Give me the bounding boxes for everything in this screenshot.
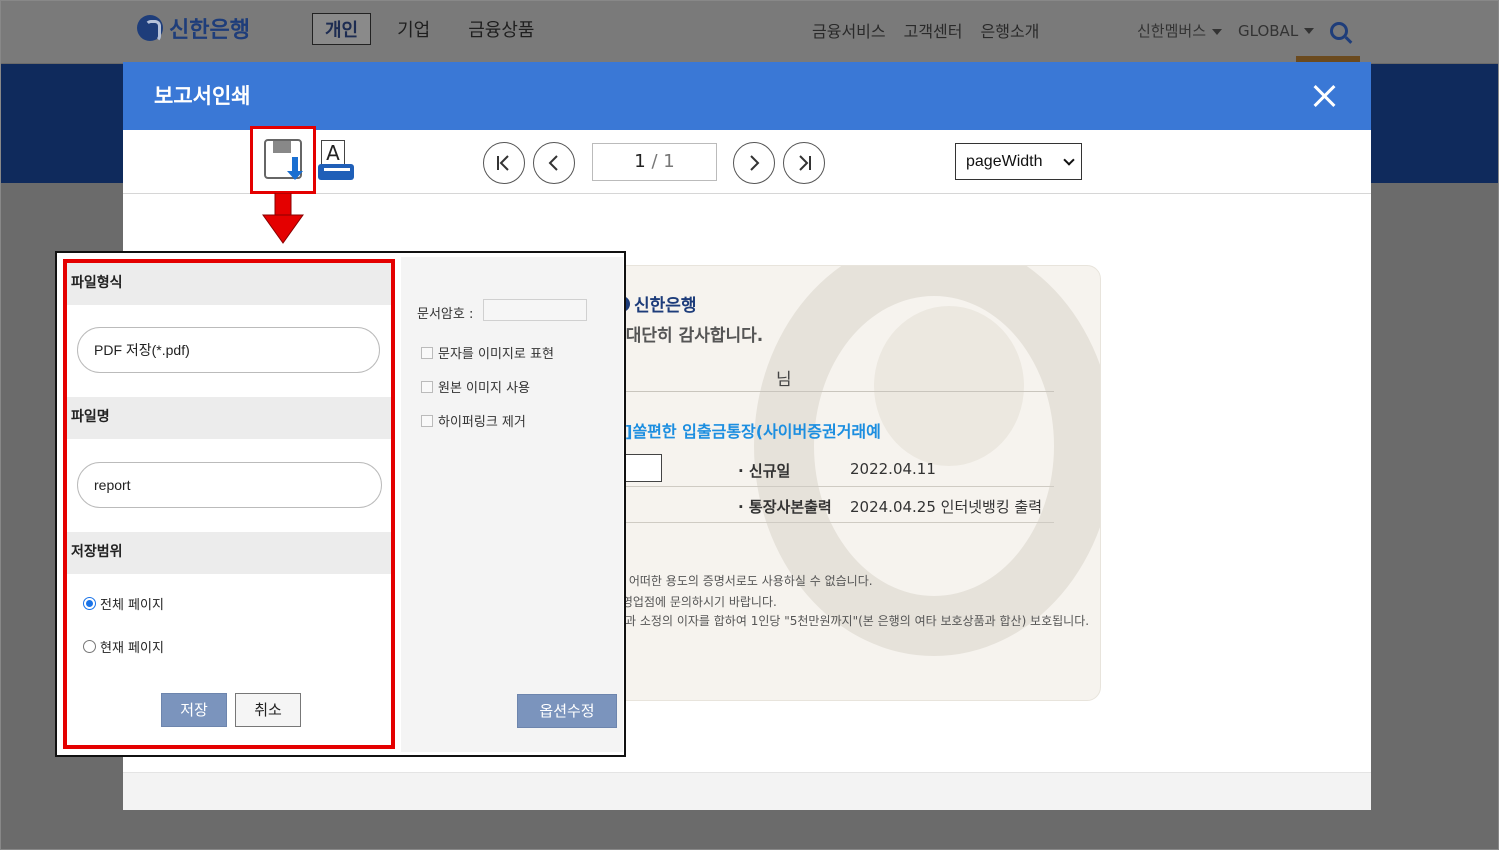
printer-slot	[324, 168, 350, 171]
nav-item-products[interactable]: 금융상품	[456, 14, 546, 44]
viewer-footer	[123, 772, 1371, 810]
global-label: GLOBAL	[1238, 21, 1299, 40]
save-file-button[interactable]	[250, 126, 316, 194]
members-dropdown[interactable]: 신한멤버스	[1137, 20, 1223, 41]
divider	[614, 391, 1054, 392]
save-options-dialog: 문서암호 : 문자를 이미지로 표현 원본 이미지 사용 하이퍼링크 제거 옵션…	[55, 251, 626, 757]
members-label: 신한멤버스	[1137, 22, 1207, 40]
info-key: · 신규일	[738, 462, 791, 480]
next-page-button[interactable]	[733, 142, 775, 184]
option-text-as-image[interactable]: 문자를 이미지로 표현	[421, 343, 554, 362]
option-label: 하이퍼링크 제거	[438, 415, 526, 430]
save-button[interactable]: 저장	[161, 693, 227, 727]
option-remove-hyperlink[interactable]: 하이퍼링크 제거	[421, 411, 526, 430]
password-label: 문서암호 :	[417, 307, 474, 322]
notice-line: 금과 소정의 이자를 합하여 1인당 "5천만원까지"(본 은행의 여타 보호상…	[614, 614, 1090, 628]
chevron-right-icon	[750, 155, 760, 171]
global-dropdown[interactable]: GLOBAL	[1238, 21, 1315, 40]
document-customer-suffix: 님	[776, 370, 792, 390]
range-option-all-pages[interactable]: 전체 페이지	[83, 594, 164, 613]
document-logo: 신한은행	[614, 291, 697, 316]
file-name-input[interactable]: report	[77, 462, 382, 508]
info-value: 2024.04.25 인터넷뱅킹 출력	[850, 498, 1043, 516]
current-page: 1	[634, 151, 646, 172]
nav-item-corporate[interactable]: 기업	[385, 14, 442, 44]
caret-down-icon	[1212, 28, 1223, 35]
notice-line: ː 영업점에 문의하시기 바랍니다.	[614, 595, 777, 609]
file-name-header: 파일명	[67, 397, 391, 439]
save-settings-pane: 파일형식 PDF 저장(*.pdf) 파일명 report 저장범위 전체 페이…	[63, 259, 395, 749]
viewer-toolbar: A 1 / 1 pageWidth	[123, 126, 1371, 194]
first-page-icon	[497, 155, 509, 171]
option-label: 문자를 이미지로 표현	[438, 347, 554, 362]
last-page-icon	[799, 155, 811, 171]
document-logo-text: 신한은행	[634, 296, 697, 316]
red-arrow-down-icon	[262, 193, 304, 244]
nav-item-personal[interactable]: 개인	[312, 13, 372, 45]
info-key: · 통장사본출력	[738, 498, 832, 516]
divider	[614, 522, 1054, 523]
product-name: 1]쏠편한 입출금통장(사이버증권거래예	[614, 422, 881, 441]
search-icon[interactable]	[1330, 21, 1349, 40]
printer-paper-icon: A	[321, 140, 345, 166]
checkbox[interactable]	[421, 346, 433, 359]
edit-options-button[interactable]: 옵션수정	[517, 694, 617, 728]
info-row-open-date: · 신규일 2022.04.11	[738, 460, 936, 481]
cancel-button[interactable]: 취소	[235, 693, 301, 727]
utility-nav: 신한멤버스 GLOBAL	[1137, 20, 1349, 41]
secondary-nav: 금융서비스 고객센터 은행소개	[812, 18, 1039, 42]
checkbox[interactable]	[421, 380, 433, 393]
site-logo[interactable]: 신한은행	[137, 12, 250, 44]
last-page-button[interactable]	[783, 142, 825, 184]
first-page-button[interactable]	[483, 142, 525, 184]
close-icon[interactable]	[1313, 84, 1337, 108]
option-original-image[interactable]: 원본 이미지 사용	[421, 377, 530, 396]
prev-page-button[interactable]	[533, 142, 575, 184]
radio-label: 전체 페이지	[100, 598, 164, 613]
zoom-select[interactable]: pageWidth	[955, 143, 1082, 180]
download-arrow-icon	[287, 157, 303, 180]
main-nav: 개인 기업 금융상품	[312, 13, 547, 45]
nav-item-financial-services[interactable]: 금융서비스	[812, 18, 886, 42]
advanced-options-pane: 문서암호 : 문자를 이미지로 표현 원본 이미지 사용 하이퍼링크 제거 옵션…	[401, 257, 623, 752]
modal-title: 보고서인쇄	[154, 84, 251, 108]
chevron-left-icon	[548, 155, 558, 171]
shinhan-logo-icon	[137, 15, 163, 42]
watermark-logo-inner	[874, 306, 1024, 466]
radio-button[interactable]	[83, 597, 96, 610]
report-document: 신한은행 l 대단히 감사합니다. 님 1]쏠편한 입출금통장(사이버증권거래예…	[613, 265, 1101, 701]
site-logo-text: 신한은행	[169, 18, 250, 43]
info-value: 2022.04.11	[850, 460, 936, 478]
page-indicator[interactable]: 1 / 1	[592, 143, 717, 181]
file-format-field[interactable]: PDF 저장(*.pdf)	[77, 327, 380, 373]
total-pages: / 1	[651, 151, 675, 172]
printer-icon	[318, 164, 354, 180]
file-format-header: 파일형식	[67, 263, 391, 305]
password-input[interactable]	[483, 299, 587, 321]
nav-item-about-bank[interactable]: 은행소개	[981, 18, 1040, 42]
zoom-value: pageWidth	[966, 153, 1043, 170]
caret-down-icon	[1304, 28, 1315, 34]
chevron-down-icon	[1063, 154, 1075, 166]
save-range-header: 저장범위	[67, 532, 391, 574]
modal-header: 보고서인쇄	[123, 62, 1371, 130]
option-label: 원본 이미지 사용	[438, 381, 530, 396]
radio-label: 현재 페이지	[100, 641, 164, 656]
divider	[614, 486, 1054, 487]
notice-line: 며 어떠한 용도의 증명서로도 사용하실 수 없습니다.	[614, 574, 873, 588]
print-button[interactable]: A	[318, 140, 358, 184]
range-option-current-page[interactable]: 현재 페이지	[83, 637, 164, 656]
nav-item-customer-center[interactable]: 고객센터	[904, 18, 963, 42]
info-row-copy-print: · 통장사본출력 2024.04.25 인터넷뱅킹 출력	[738, 496, 1042, 517]
site-header: 신한은행 개인 기업 금융상품 금융서비스 고객센터 은행소개 신한멤버스 GL…	[0, 0, 1499, 64]
document-thanks: l 대단히 감사합니다.	[614, 326, 764, 346]
checkbox[interactable]	[421, 414, 433, 427]
radio-button[interactable]	[83, 640, 96, 653]
